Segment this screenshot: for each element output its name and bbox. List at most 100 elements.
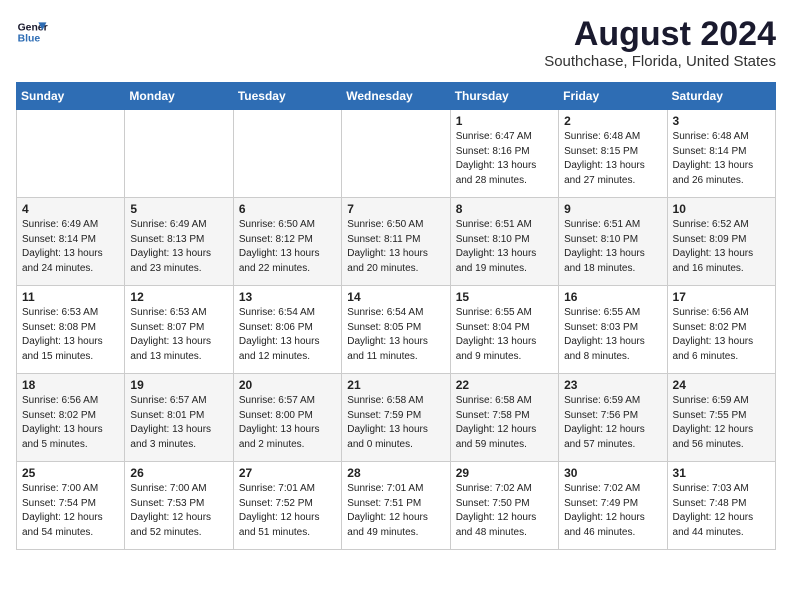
- day-info: Sunrise: 7:01 AM Sunset: 7:51 PM Dayligh…: [347, 482, 444, 540]
- day-info: Sunrise: 6:53 AM Sunset: 8:08 PM Dayligh…: [22, 306, 119, 364]
- day-info: Sunrise: 7:02 AM Sunset: 7:49 PM Dayligh…: [564, 482, 661, 540]
- day-number: 9: [564, 202, 661, 216]
- day-number: 13: [239, 290, 336, 304]
- day-info: Sunrise: 6:50 AM Sunset: 8:11 PM Dayligh…: [347, 218, 444, 276]
- calendar-cell: 26 Sunrise: 7:00 AM Sunset: 7:53 PM Dayli…: [125, 462, 233, 550]
- day-info: Sunrise: 6:57 AM Sunset: 8:01 PM Dayligh…: [130, 394, 227, 452]
- col-header-sunday: Sunday: [17, 83, 125, 110]
- day-info: Sunrise: 6:52 AM Sunset: 8:09 PM Dayligh…: [673, 218, 770, 276]
- col-header-wednesday: Wednesday: [342, 83, 450, 110]
- day-number: 3: [673, 114, 770, 128]
- day-info: Sunrise: 6:47 AM Sunset: 8:16 PM Dayligh…: [456, 130, 553, 188]
- calendar-cell: [125, 110, 233, 198]
- day-info: Sunrise: 6:48 AM Sunset: 8:15 PM Dayligh…: [564, 130, 661, 188]
- logo: General Blue: [16, 16, 48, 48]
- week-row-4: 18 Sunrise: 6:56 AM Sunset: 8:02 PM Dayli…: [17, 374, 776, 462]
- calendar-cell: [233, 110, 341, 198]
- calendar-cell: 29Sunrise: 7:02 AM Sunset: 7:50 PM Dayli…: [450, 462, 558, 550]
- day-info: Sunrise: 6:53 AM Sunset: 8:07 PM Dayligh…: [130, 306, 227, 364]
- day-number: 21: [347, 378, 444, 392]
- day-number: 4: [22, 202, 119, 216]
- calendar-cell: 19 Sunrise: 6:57 AM Sunset: 8:01 PM Dayli…: [125, 374, 233, 462]
- calendar-cell: 9 Sunrise: 6:51 AM Sunset: 8:10 PM Daylig…: [559, 198, 667, 286]
- col-header-monday: Monday: [125, 83, 233, 110]
- day-number: 6: [239, 202, 336, 216]
- day-number: 20: [239, 378, 336, 392]
- day-info: Sunrise: 7:01 AM Sunset: 7:52 PM Dayligh…: [239, 482, 336, 540]
- calendar-cell: 5Sunrise: 6:49 AM Sunset: 8:13 PM Daylig…: [125, 198, 233, 286]
- calendar-cell: 22 Sunrise: 6:58 AM Sunset: 7:58 PM Dayli…: [450, 374, 558, 462]
- calendar-cell: 10Sunrise: 6:52 AM Sunset: 8:09 PM Dayli…: [667, 198, 775, 286]
- day-info: Sunrise: 6:59 AM Sunset: 7:56 PM Dayligh…: [564, 394, 661, 452]
- calendar-cell: [342, 110, 450, 198]
- calendar-cell: 15Sunrise: 6:55 AM Sunset: 8:04 PM Dayli…: [450, 286, 558, 374]
- day-info: Sunrise: 6:49 AM Sunset: 8:14 PM Dayligh…: [22, 218, 119, 276]
- calendar-cell: 7 Sunrise: 6:50 AM Sunset: 8:11 PM Daylig…: [342, 198, 450, 286]
- week-row-3: 11 Sunrise: 6:53 AM Sunset: 8:08 PM Dayli…: [17, 286, 776, 374]
- day-info: Sunrise: 6:50 AM Sunset: 8:12 PM Dayligh…: [239, 218, 336, 276]
- week-row-5: 25Sunrise: 7:00 AM Sunset: 7:54 PM Dayli…: [17, 462, 776, 550]
- day-info: Sunrise: 6:56 AM Sunset: 8:02 PM Dayligh…: [673, 306, 770, 364]
- calendar-cell: 21 Sunrise: 6:58 AM Sunset: 7:59 PM Dayli…: [342, 374, 450, 462]
- calendar-cell: 25Sunrise: 7:00 AM Sunset: 7:54 PM Dayli…: [17, 462, 125, 550]
- day-info: Sunrise: 6:57 AM Sunset: 8:00 PM Dayligh…: [239, 394, 336, 452]
- svg-text:Blue: Blue: [18, 34, 41, 45]
- day-info: Sunrise: 6:51 AM Sunset: 8:10 PM Dayligh…: [456, 218, 553, 276]
- day-number: 18: [22, 378, 119, 392]
- page-subtitle: Southchase, Florida, United States: [544, 53, 776, 70]
- day-info: Sunrise: 6:48 AM Sunset: 8:14 PM Dayligh…: [673, 130, 770, 188]
- calendar-cell: 31 Sunrise: 7:03 AM Sunset: 7:48 PM Dayli…: [667, 462, 775, 550]
- day-info: Sunrise: 6:54 AM Sunset: 8:06 PM Dayligh…: [239, 306, 336, 364]
- day-number: 15: [456, 290, 553, 304]
- calendar-cell: [17, 110, 125, 198]
- calendar-cell: 11 Sunrise: 6:53 AM Sunset: 8:08 PM Dayli…: [17, 286, 125, 374]
- col-header-thursday: Thursday: [450, 83, 558, 110]
- calendar-cell: 27 Sunrise: 7:01 AM Sunset: 7:52 PM Dayli…: [233, 462, 341, 550]
- day-number: 14: [347, 290, 444, 304]
- day-number: 31: [673, 466, 770, 480]
- day-info: Sunrise: 6:54 AM Sunset: 8:05 PM Dayligh…: [347, 306, 444, 364]
- calendar-cell: 28 Sunrise: 7:01 AM Sunset: 7:51 PM Dayli…: [342, 462, 450, 550]
- day-info: Sunrise: 6:59 AM Sunset: 7:55 PM Dayligh…: [673, 394, 770, 452]
- day-info: Sunrise: 6:58 AM Sunset: 7:59 PM Dayligh…: [347, 394, 444, 452]
- calendar-table: SundayMondayTuesdayWednesdayThursdayFrid…: [16, 82, 776, 550]
- page-header: General Blue August 2024 Southchase, Flo…: [16, 16, 776, 70]
- day-number: 23: [564, 378, 661, 392]
- week-row-2: 4 Sunrise: 6:49 AM Sunset: 8:14 PM Daylig…: [17, 198, 776, 286]
- calendar-cell: 24Sunrise: 6:59 AM Sunset: 7:55 PM Dayli…: [667, 374, 775, 462]
- day-number: 7: [347, 202, 444, 216]
- logo-icon: General Blue: [16, 16, 48, 48]
- calendar-cell: 1 Sunrise: 6:47 AM Sunset: 8:16 PM Daylig…: [450, 110, 558, 198]
- day-number: 19: [130, 378, 227, 392]
- day-number: 26: [130, 466, 227, 480]
- calendar-cell: 8 Sunrise: 6:51 AM Sunset: 8:10 PM Daylig…: [450, 198, 558, 286]
- day-number: 17: [673, 290, 770, 304]
- day-number: 30: [564, 466, 661, 480]
- day-number: 8: [456, 202, 553, 216]
- day-info: Sunrise: 6:58 AM Sunset: 7:58 PM Dayligh…: [456, 394, 553, 452]
- day-number: 5: [130, 202, 227, 216]
- day-number: 25: [22, 466, 119, 480]
- calendar-cell: 2 Sunrise: 6:48 AM Sunset: 8:15 PM Daylig…: [559, 110, 667, 198]
- day-number: 11: [22, 290, 119, 304]
- calendar-cell: 4 Sunrise: 6:49 AM Sunset: 8:14 PM Daylig…: [17, 198, 125, 286]
- calendar-cell: 12 Sunrise: 6:53 AM Sunset: 8:07 PM Dayli…: [125, 286, 233, 374]
- day-info: Sunrise: 6:51 AM Sunset: 8:10 PM Dayligh…: [564, 218, 661, 276]
- calendar-cell: 23 Sunrise: 6:59 AM Sunset: 7:56 PM Dayli…: [559, 374, 667, 462]
- page-title: August 2024: [544, 16, 776, 53]
- day-number: 29: [456, 466, 553, 480]
- day-number: 28: [347, 466, 444, 480]
- col-header-friday: Friday: [559, 83, 667, 110]
- day-number: 27: [239, 466, 336, 480]
- day-number: 22: [456, 378, 553, 392]
- calendar-cell: 20 Sunrise: 6:57 AM Sunset: 8:00 PM Dayli…: [233, 374, 341, 462]
- day-info: Sunrise: 6:56 AM Sunset: 8:02 PM Dayligh…: [22, 394, 119, 452]
- day-info: Sunrise: 7:00 AM Sunset: 7:53 PM Dayligh…: [130, 482, 227, 540]
- col-header-tuesday: Tuesday: [233, 83, 341, 110]
- calendar-cell: 13 Sunrise: 6:54 AM Sunset: 8:06 PM Dayli…: [233, 286, 341, 374]
- day-number: 2: [564, 114, 661, 128]
- day-number: 12: [130, 290, 227, 304]
- calendar-cell: 16Sunrise: 6:55 AM Sunset: 8:03 PM Dayli…: [559, 286, 667, 374]
- day-info: Sunrise: 7:03 AM Sunset: 7:48 PM Dayligh…: [673, 482, 770, 540]
- day-number: 1: [456, 114, 553, 128]
